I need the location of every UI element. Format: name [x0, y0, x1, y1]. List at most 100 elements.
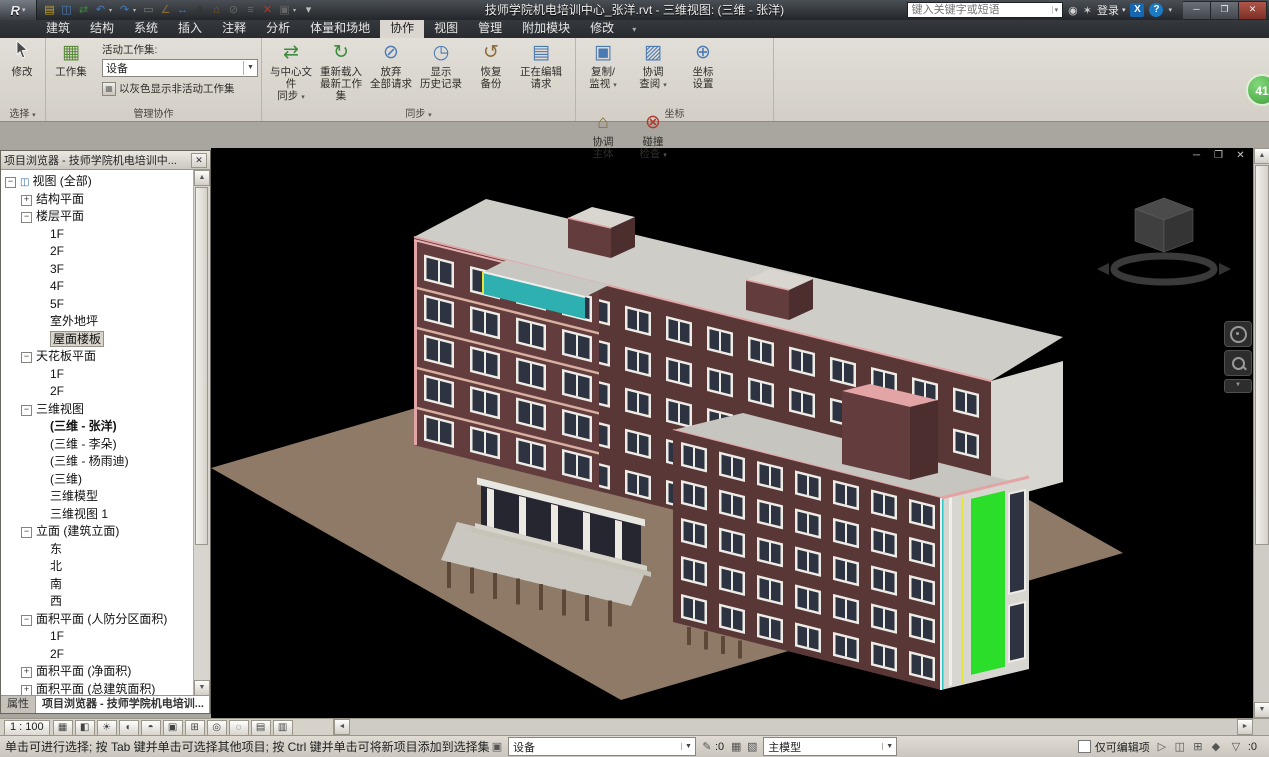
ribbon-tab-view[interactable]: 视图 — [424, 17, 468, 38]
view-close-button[interactable]: ✕ — [1234, 150, 1247, 161]
switch-windows-icon-caret[interactable]: ▾ — [293, 7, 300, 14]
view-scale-button[interactable]: 1 : 100 — [4, 720, 50, 736]
close-button[interactable]: ✕ — [1239, 1, 1267, 20]
collapse-icon[interactable]: − — [5, 177, 16, 188]
browser-item-16[interactable]: (三维 - 杨雨迪) — [1, 453, 194, 471]
view-minimize-button[interactable]: ─ — [1190, 150, 1203, 161]
browser-item-20[interactable]: −立面 (建筑立面) — [1, 523, 194, 541]
steering-wheel-button[interactable] — [1224, 321, 1252, 347]
ribbon-tab-manage[interactable]: 管理 — [468, 17, 512, 38]
sun-path-icon[interactable]: ☀ — [97, 720, 117, 736]
search-go-icon[interactable]: ◉ — [1068, 4, 1078, 17]
coordination-review-button[interactable]: ▨协调查阅 ▾ — [628, 38, 678, 108]
browser-item-0[interactable]: −◫视图 (全部) — [1, 173, 194, 191]
temporary-view-properties-icon[interactable]: ▤ — [251, 720, 271, 736]
browser-item-14[interactable]: (三维 - 张洋) — [1, 418, 194, 436]
browser-item-12[interactable]: 2F — [1, 383, 194, 401]
sync-with-central-button[interactable]: ⇄与中心文件同步 ▾ — [266, 38, 316, 108]
sign-in-button[interactable]: 登录 ▾ — [1097, 2, 1126, 18]
ribbon-tab-addins[interactable]: 附加模块 — [512, 17, 580, 38]
stair-tower-right[interactable] — [842, 384, 938, 480]
measure-icon[interactable]: ∠ — [157, 0, 174, 20]
switch-windows-icon[interactable]: ▣ — [276, 0, 293, 20]
show-crop-region-icon[interactable]: ⊞ — [185, 720, 205, 736]
status-workset-dropdown[interactable]: 设备 ▼ — [508, 737, 696, 756]
browser-item-25[interactable]: −面积平面 (人防分区面积) — [1, 611, 194, 629]
browser-item-11[interactable]: 1F — [1, 366, 194, 384]
browser-item-18[interactable]: 三维模型 — [1, 488, 194, 506]
thin-lines-icon[interactable]: ≡ — [242, 0, 259, 20]
close-hidden-windows-icon[interactable]: ✕ — [259, 0, 276, 20]
browser-item-22[interactable]: 北 — [1, 558, 194, 576]
undo-icon-caret[interactable]: ▾ — [109, 7, 116, 14]
redo-icon[interactable]: ↷ — [116, 0, 133, 20]
shadows-icon[interactable]: ◐ — [119, 720, 139, 736]
worksets-status-icon[interactable]: ▣ — [489, 740, 505, 753]
tab-project-browser[interactable]: 项目浏览器 - 技师学院机电培训... — [36, 696, 210, 713]
filter-icon[interactable]: ▽ — [1228, 740, 1244, 753]
browser-item-5[interactable]: 3F — [1, 261, 194, 279]
browser-item-3[interactable]: 1F — [1, 226, 194, 244]
ribbon-tab-annotate[interactable]: 注释 — [212, 17, 256, 38]
gray-inactive-worksets-toggle[interactable]: ▦ 以灰色显示非活动工作集 — [102, 81, 258, 96]
browser-item-9[interactable]: 屋面楼板 — [1, 331, 194, 349]
worksharing-display-icon[interactable]: ▥ — [273, 720, 293, 736]
chevron-down-icon[interactable]: ▾ — [1052, 6, 1061, 14]
active-workset-dropdown[interactable]: 设备 ▼ — [102, 59, 258, 77]
drag-on-selection-toggle-icon[interactable]: ◆ — [1208, 740, 1224, 753]
browser-item-1[interactable]: +结构平面 — [1, 191, 194, 209]
browser-item-17[interactable]: (三维) — [1, 471, 194, 489]
browser-item-13[interactable]: −三维视图 — [1, 401, 194, 419]
browser-item-7[interactable]: 5F — [1, 296, 194, 314]
crop-view-icon[interactable]: ▣ — [163, 720, 183, 736]
copy-monitor-button[interactable]: ▣复制/监视 ▾ — [578, 38, 628, 108]
search-input[interactable] — [910, 3, 1052, 17]
reload-latest-button[interactable]: ↻重新载入最新工作集 — [316, 38, 366, 108]
subscription-icon[interactable]: ✶ — [1083, 4, 1092, 17]
design-options-icon[interactable]: ▧ — [744, 740, 760, 753]
select-pinned-toggle-icon[interactable]: ⊞ — [1190, 740, 1206, 753]
ribbon-tab-massing-site[interactable]: 体量和场地 — [300, 17, 380, 38]
chevron-down-icon[interactable]: ▾ — [1168, 6, 1172, 14]
worksets-button[interactable]: ▦ 工作集 — [46, 38, 96, 108]
text-icon[interactable]: A — [191, 0, 208, 20]
visual-style-icon[interactable]: ◧ — [75, 720, 95, 736]
select-links-toggle-icon[interactable]: ▷ — [1154, 740, 1170, 753]
navigation-bar-more-button[interactable]: ▼ — [1224, 379, 1252, 393]
exchange-apps-icon[interactable]: X — [1130, 3, 1144, 17]
viewcube-rotate-left-icon[interactable] — [1097, 263, 1109, 275]
undo-icon[interactable]: ↶ — [92, 0, 109, 20]
browser-item-21[interactable]: 东 — [1, 541, 194, 559]
3d-view-canvas[interactable] — [211, 148, 1253, 718]
viewcube[interactable] — [1097, 198, 1231, 282]
collapse-icon[interactable]: − — [21, 352, 32, 363]
collapse-icon[interactable]: − — [21, 212, 32, 223]
sync-with-central-icon[interactable]: ⇄ — [75, 0, 92, 20]
coordinate-settings-button[interactable]: ⊕坐标设置 — [678, 38, 728, 108]
design-option-dropdown[interactable]: 主模型 ▼ — [763, 737, 897, 756]
collapse-icon[interactable]: − — [21, 527, 32, 538]
reveal-hidden-elements-icon[interactable]: ◌ — [229, 720, 249, 736]
browser-item-2[interactable]: −楼层平面 — [1, 208, 194, 226]
viewcube-rotate-right-icon[interactable] — [1219, 263, 1231, 275]
browser-item-4[interactable]: 2F — [1, 243, 194, 261]
browser-item-26[interactable]: 1F — [1, 628, 194, 646]
ribbon-tab-architecture[interactable]: 建筑 — [36, 17, 80, 38]
browser-scrollbar[interactable]: ▲ ▼ — [193, 170, 210, 696]
application-menu-button[interactable]: R ▾ — [0, 0, 37, 20]
restore-button[interactable]: ❐ — [1211, 1, 1239, 20]
show-history-button[interactable]: ◷显示历史记录 — [416, 38, 466, 108]
tab-properties[interactable]: 属性 — [1, 696, 36, 713]
collapse-icon[interactable]: − — [21, 405, 32, 416]
editing-requests-icon[interactable]: ✎ — [699, 740, 715, 753]
editable-only-checkbox[interactable] — [1078, 740, 1091, 753]
minimize-button[interactable]: ─ — [1183, 1, 1211, 20]
scroll-up-icon[interactable]: ▲ — [1254, 148, 1269, 164]
browser-item-19[interactable]: 三维视图 1 — [1, 506, 194, 524]
ribbon-tab-systems[interactable]: 系统 — [124, 17, 168, 38]
expand-icon[interactable]: + — [21, 667, 32, 678]
detail-level-icon[interactable]: ▦ — [53, 720, 73, 736]
panel-label-synchronize[interactable]: 同步 ▾ — [262, 108, 575, 121]
browser-scroll-thumb[interactable] — [195, 187, 208, 545]
expand-icon[interactable]: + — [21, 685, 32, 696]
